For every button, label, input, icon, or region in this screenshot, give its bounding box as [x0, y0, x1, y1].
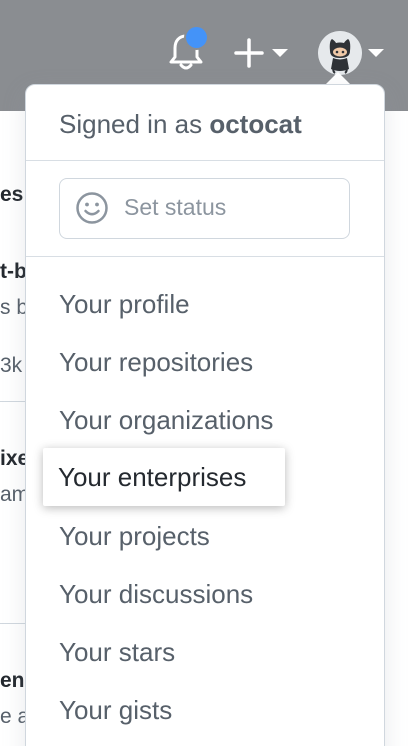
background-text: en — [0, 669, 25, 692]
signed-in-header: Signed in as octocat — [59, 109, 302, 140]
menu-item-your-stars[interactable]: Your stars — [59, 637, 175, 667]
divider — [26, 256, 384, 257]
menu-item-your-enterprises[interactable]: Your enterprises — [58, 462, 246, 492]
background-text: s b — [0, 296, 26, 319]
background-text: t-b — [0, 260, 26, 283]
notification-indicator — [186, 27, 207, 48]
menu-item-your-gists[interactable]: Your gists — [59, 695, 172, 725]
background-content-right — [383, 111, 408, 746]
menu-item-your-discussions[interactable]: Your discussions — [59, 579, 253, 609]
dropdown-caret — [326, 72, 350, 84]
signed-in-label: Signed in as — [59, 109, 210, 139]
divider — [26, 160, 384, 161]
background-text: am — [0, 483, 26, 506]
menu-item-your-organizations[interactable]: Your organizations — [59, 405, 273, 435]
background-text: e a — [0, 705, 26, 728]
user-dropdown-menu: Signed in as octocat Set status Your pro… — [25, 84, 385, 746]
username: octocat — [209, 109, 302, 139]
page: es t-b s b 3k ixe am en e a Signed in as… — [0, 0, 408, 746]
menu-item-your-projects[interactable]: Your projects — [59, 521, 210, 551]
background-divider — [0, 401, 26, 402]
menu-item-your-profile[interactable]: Your profile — [59, 289, 190, 319]
set-status-label: Set status — [124, 194, 227, 220]
avatar — [318, 31, 362, 75]
user-menu-button[interactable] — [318, 31, 384, 75]
smiley-icon — [76, 192, 108, 224]
menu-item-your-repositories[interactable]: Your repositories — [59, 347, 253, 377]
chevron-down-icon — [368, 49, 384, 57]
background-text: 3k — [0, 354, 23, 377]
background-text: es — [0, 183, 24, 206]
set-status-button[interactable]: Set status — [59, 178, 350, 239]
plus-icon[interactable] — [234, 36, 290, 70]
octocat-avatar-icon — [318, 31, 362, 75]
background-divider — [0, 623, 26, 624]
background-text: ixe — [0, 447, 26, 470]
